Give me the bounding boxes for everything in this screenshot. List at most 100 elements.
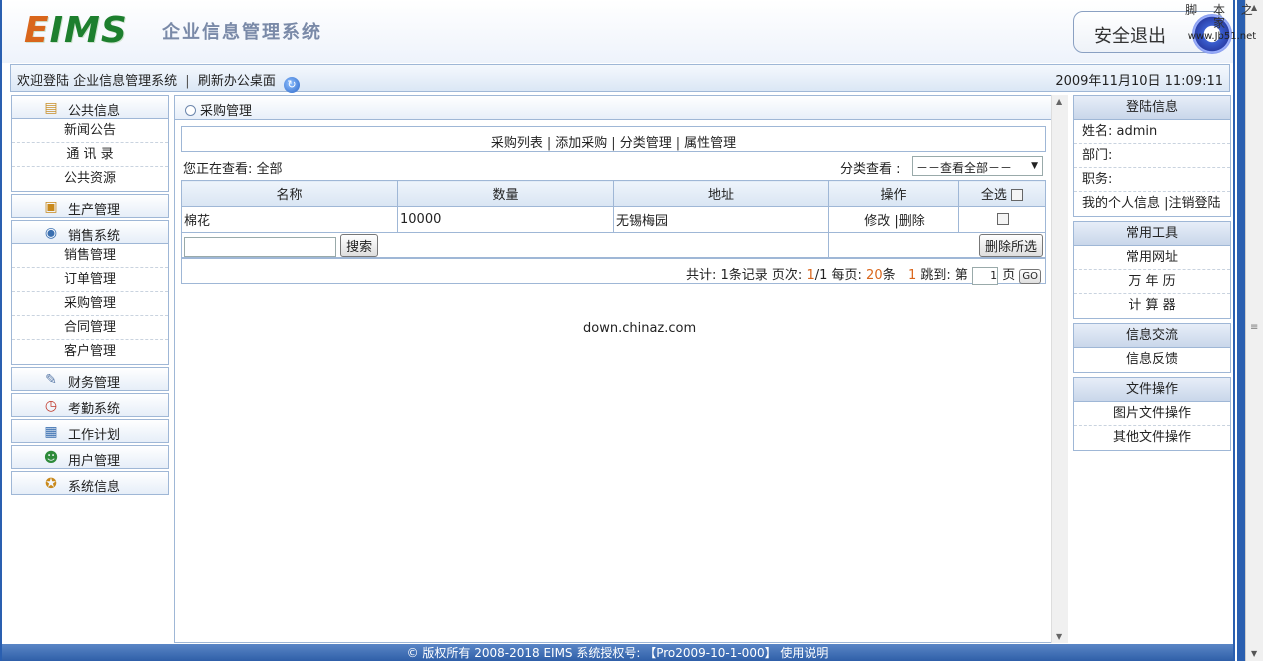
sidebar-item-purchase[interactable]: 采购管理 bbox=[12, 292, 168, 316]
sidebar-section-attendance[interactable]: ◷ 考勤系统 bbox=[11, 393, 169, 417]
logo: EIMS bbox=[24, 10, 128, 51]
delete-selected-button[interactable]: 删除所选 bbox=[978, 234, 1043, 257]
sidebar-item-resources[interactable]: 公共资源 bbox=[12, 167, 168, 191]
delete-cell: 删除所选 bbox=[828, 232, 1046, 259]
right-panel: 登陆信息 姓名: admin 部门: 职务: 我的个人信息 |注销登陆 常用工具… bbox=[1073, 95, 1231, 455]
my-info-link[interactable]: 我的个人信息 bbox=[1082, 196, 1160, 211]
calendar-icon: ▦ bbox=[44, 424, 58, 440]
col-addr: 地址 bbox=[613, 180, 829, 207]
tools-panel: 常用工具 常用网址 万 年 历 计 算 器 bbox=[1073, 221, 1231, 319]
clock-icon: ◷ bbox=[44, 398, 58, 414]
sidebar-item-orders[interactable]: 订单管理 bbox=[12, 268, 168, 292]
page-title: 采购管理 bbox=[200, 104, 253, 119]
sidebar-submenu-public: 新闻公告 通 讯 录 公共资源 bbox=[11, 119, 169, 192]
site-watermark: 脚 本 之 家 www.Jb51.net bbox=[1182, 4, 1262, 43]
go-button[interactable]: GO bbox=[1019, 269, 1041, 284]
tab-purchase-list[interactable]: 采购列表 bbox=[491, 136, 543, 151]
user-dept: 部门: bbox=[1074, 144, 1230, 168]
sidebar-item-contracts[interactable]: 合同管理 bbox=[12, 316, 168, 340]
current-page: 1 bbox=[806, 268, 815, 283]
cell-actions: 修改 |删除 bbox=[828, 206, 959, 233]
total-pages: /1 bbox=[814, 268, 828, 283]
image-files-link[interactable]: 图片文件操作 bbox=[1074, 402, 1230, 426]
col-name: 名称 bbox=[181, 180, 398, 207]
scroll-up-icon[interactable]: ▲ bbox=[1056, 97, 1062, 106]
system-title: 企业信息管理系统 bbox=[162, 22, 322, 43]
logout-label: 安全退出 bbox=[1094, 26, 1166, 47]
delete-link[interactable]: 删除 bbox=[899, 214, 925, 229]
viewing-label: 您正在查看: 全部 bbox=[183, 162, 283, 177]
jump-page-input[interactable]: 1 bbox=[972, 267, 999, 285]
sidebar-item-news[interactable]: 新闻公告 bbox=[12, 119, 168, 143]
sidebar-section-work-plan[interactable]: ▦ 工作计划 bbox=[11, 419, 169, 443]
box-icon: ▣ bbox=[44, 199, 58, 215]
user-name: 姓名: admin bbox=[1074, 120, 1230, 144]
site-watermark-line2: www.Jb51.net bbox=[1187, 31, 1257, 42]
sidebar-section-users[interactable]: ☻ 用户管理 bbox=[11, 445, 169, 469]
pager-text: 条 bbox=[882, 268, 900, 283]
sidebar-submenu-sales: 销售管理 订单管理 采购管理 合同管理 客户管理 bbox=[11, 244, 169, 365]
welcome-bar: 欢迎登陆 企业信息管理系统 | 刷新办公桌面 ↻ 2009年11月10日 11:… bbox=[10, 64, 1230, 93]
refresh-desktop-link[interactable]: 刷新办公桌面 bbox=[198, 74, 276, 89]
exchange-panel: 信息交流 信息反馈 bbox=[1073, 323, 1231, 373]
tool-calendar[interactable]: 万 年 历 bbox=[1074, 270, 1230, 294]
settings-icon: ✪ bbox=[45, 476, 57, 492]
notebook-icon: ▤ bbox=[44, 100, 58, 116]
refresh-icon[interactable]: ↻ bbox=[283, 77, 300, 93]
sidebar-section-label: 系统信息 bbox=[68, 480, 121, 495]
pager-text: 条记录 页次: bbox=[728, 268, 807, 283]
tool-calculator[interactable]: 计 算 器 bbox=[1074, 294, 1230, 318]
select-all-checkbox[interactable] bbox=[1011, 189, 1024, 201]
scroll-down-icon[interactable]: ▼ bbox=[1251, 649, 1257, 658]
window-border bbox=[1237, 0, 1245, 661]
search-button[interactable]: 搜索 bbox=[340, 233, 379, 257]
tab-attribute-mgmt[interactable]: 属性管理 bbox=[684, 136, 736, 151]
pagination: 共计: 1条记录 页次: 1/1 每页: 20条 1 跳到: 第 1 页 GO bbox=[181, 257, 1046, 285]
sidebar-item-sales-mgmt[interactable]: 销售管理 bbox=[12, 244, 168, 268]
sidebar-section-label: 生产管理 bbox=[68, 203, 121, 218]
sidebar-section-public-info[interactable]: ▤ 公共信息 bbox=[11, 95, 169, 119]
sidebar-section-sales[interactable]: ◉ 销售系统 bbox=[11, 220, 169, 244]
logout-link[interactable]: 注销登陆 bbox=[1169, 196, 1221, 211]
select-all-label: 全选 bbox=[980, 188, 1007, 203]
sidebar-section-label: 工作计划 bbox=[68, 428, 121, 443]
window-scrollbar[interactable]: ▲ ≡ ▼ bbox=[1245, 0, 1263, 661]
sidebar-item-contacts[interactable]: 通 讯 录 bbox=[12, 143, 168, 167]
category-label: 分类查看 : bbox=[840, 162, 901, 177]
footer: © 版权所有 2008-2018 EIMS 系统授权号: 【Pro2009-10… bbox=[2, 644, 1233, 661]
cell-name: 棉花 bbox=[181, 206, 398, 233]
row-checkbox[interactable] bbox=[997, 213, 1009, 225]
scroll-grip-icon[interactable]: ≡ bbox=[1250, 322, 1258, 333]
pager-text: 每页: bbox=[827, 268, 867, 283]
table-header: 名称 数量 地址 操作 全选 bbox=[181, 180, 1046, 207]
col-actions: 操作 bbox=[828, 180, 959, 207]
col-qty: 数量 bbox=[397, 180, 614, 207]
edit-link[interactable]: 修改 bbox=[864, 214, 890, 229]
scroll-down-icon[interactable]: ▼ bbox=[1056, 632, 1062, 641]
sidebar-section-production[interactable]: ▣ 生产管理 bbox=[11, 194, 169, 218]
pager-text: 共计: bbox=[686, 268, 721, 283]
tool-websites[interactable]: 常用网址 bbox=[1074, 246, 1230, 270]
category-select[interactable]: －－查看全部－－ ▼ bbox=[912, 156, 1043, 176]
sub-nav: 采购列表 | 添加采购 | 分类管理 | 属性管理 bbox=[181, 126, 1046, 152]
other-files-link[interactable]: 其他文件操作 bbox=[1074, 426, 1230, 450]
main-scrollbar[interactable]: ▲ ▼ bbox=[1051, 95, 1068, 643]
logo-rest: IMS bbox=[49, 10, 128, 51]
watermark-text: down.chinaz.com bbox=[583, 321, 697, 336]
total-count: 1 bbox=[720, 268, 729, 283]
chevron-down-icon: ▼ bbox=[1031, 161, 1038, 171]
sidebar-section-system-info[interactable]: ✪ 系统信息 bbox=[11, 471, 169, 495]
main-title-bar: 采购管理 bbox=[175, 96, 1051, 120]
sidebar-item-customers[interactable]: 客户管理 bbox=[12, 340, 168, 364]
welcome-text: 欢迎登陆 企业信息管理系统 bbox=[17, 74, 178, 89]
pager-text: 跳到: 第 bbox=[916, 268, 968, 283]
col-select-all: 全选 bbox=[958, 180, 1046, 207]
main-panel: 采购管理 采购列表 | 添加采购 | 分类管理 | 属性管理 您正在查看: 全部 分类查看 … bbox=[174, 95, 1051, 643]
feedback-link[interactable]: 信息反馈 bbox=[1074, 348, 1230, 372]
sidebar-section-finance[interactable]: ✎ 财务管理 bbox=[11, 367, 169, 391]
tab-add-purchase[interactable]: 添加采购 bbox=[555, 136, 607, 151]
search-input[interactable] bbox=[184, 237, 336, 258]
users-icon: ☻ bbox=[43, 450, 59, 466]
pencil-paper-icon: ✎ bbox=[45, 372, 57, 388]
tab-category-mgmt[interactable]: 分类管理 bbox=[620, 136, 672, 151]
